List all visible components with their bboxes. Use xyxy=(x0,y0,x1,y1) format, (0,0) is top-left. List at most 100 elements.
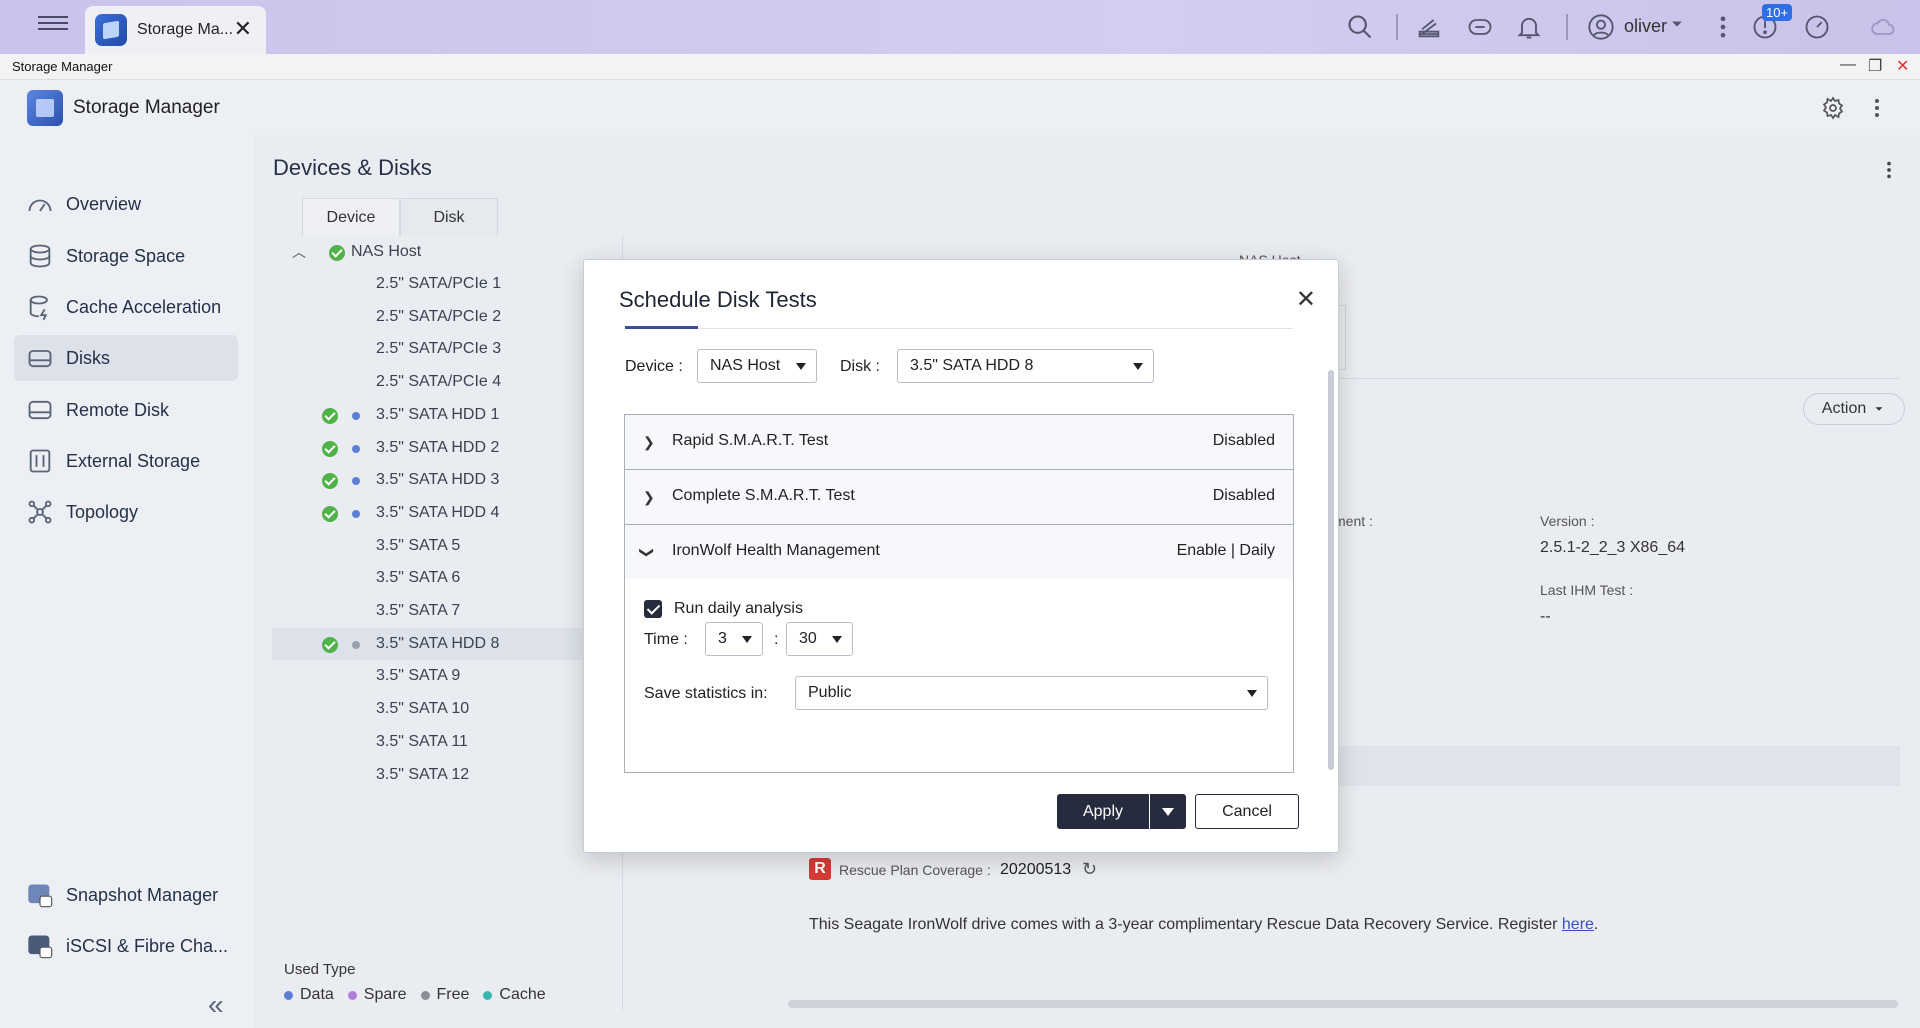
tree-item-label: 3.5" SATA HDD 3 xyxy=(376,471,500,489)
apply-button[interactable]: Apply xyxy=(1057,794,1149,829)
save-statistics-select[interactable]: Public xyxy=(795,676,1268,710)
register-link[interactable]: here xyxy=(1562,916,1594,933)
sidebar-item-external-storage[interactable]: External Storage xyxy=(14,438,238,484)
accordion-complete-smart-test[interactable]: ❯ Complete S.M.A.R.T. Test Disabled xyxy=(625,469,1293,524)
tree-item[interactable]: 3.5" SATA HDD 8 xyxy=(272,627,614,660)
tree-item[interactable]: 3.5" SATA HDD 4 xyxy=(272,497,614,529)
horizontal-scrollbar[interactable] xyxy=(788,1000,1898,1008)
divider xyxy=(1566,14,1568,40)
tree-item[interactable]: 3.5" SATA 5 xyxy=(272,530,614,562)
chevron-up-icon[interactable]: ︿ xyxy=(292,242,306,262)
sidebar-item-remote-disk[interactable]: Remote Disk xyxy=(14,387,238,433)
sidebar-item-overview[interactable]: Overview xyxy=(14,181,238,227)
action-button[interactable]: Action xyxy=(1803,393,1905,425)
more-options-icon[interactable] xyxy=(1706,10,1740,44)
dialog-tab-indicator xyxy=(625,326,698,329)
apply-options-dropdown-button[interactable] xyxy=(1150,794,1186,829)
user-menu-chevron-down-icon[interactable] xyxy=(1667,14,1687,34)
external-device-icon[interactable] xyxy=(1463,10,1497,44)
tree-item-label: 2.5" SATA/PCIe 3 xyxy=(376,340,502,358)
maximize-icon[interactable]: ❐ xyxy=(1868,56,1882,76)
tree-item[interactable]: 2.5" SATA/PCIe 2 xyxy=(272,301,614,333)
collapse-sidebar-icon[interactable]: « xyxy=(208,989,224,1021)
close-icon[interactable]: ✕ xyxy=(1296,288,1316,312)
test-status: Enable | Daily xyxy=(1176,542,1275,559)
accordion-rapid-smart-test[interactable]: ❯ Rapid S.M.A.R.T. Test Disabled xyxy=(625,414,1293,469)
tree-item[interactable]: 3.5" SATA 11 xyxy=(272,726,614,758)
close-window-icon[interactable]: ✕ xyxy=(1896,56,1909,76)
used-type-dot xyxy=(352,477,360,486)
cloud-icon[interactable] xyxy=(1866,10,1900,44)
hour-select[interactable]: 3 xyxy=(705,622,763,656)
tree-item-label: 2.5" SATA/PCIe 1 xyxy=(376,275,502,292)
notification-bell-icon[interactable] xyxy=(1512,10,1546,44)
sidebar-item-topology[interactable]: Topology xyxy=(14,489,238,535)
rescue-plan-label: Rescue Plan Coverage : xyxy=(839,862,991,878)
used-type-dot xyxy=(352,640,360,649)
sidebar-item-label: Cache Acceleration xyxy=(66,296,222,317)
legend-item: Free xyxy=(420,986,470,1004)
more-options-icon[interactable] xyxy=(1863,94,1891,122)
tree-item[interactable]: 3.5" SATA HDD 1 xyxy=(272,399,614,431)
more-options-icon[interactable] xyxy=(1878,159,1900,186)
tree-root-nas-host[interactable]: ︿ NAS Host xyxy=(272,236,614,268)
user-name[interactable]: oliver xyxy=(1624,16,1667,37)
storage-manager-icon xyxy=(95,14,127,46)
user-avatar-icon[interactable] xyxy=(1584,10,1618,44)
sidebar-item-storage-space[interactable]: Storage Space xyxy=(14,233,238,279)
disk-select[interactable]: 3.5" SATA HDD 8 xyxy=(897,349,1154,383)
sidebar-item-iscsi-fibre-channel[interactable]: iSCSI & Fibre Cha... xyxy=(14,923,238,969)
tree-item[interactable]: 2.5" SATA/PCIe 4 xyxy=(272,366,614,398)
tree-item[interactable]: 3.5" SATA 12 xyxy=(272,759,614,791)
chevron-down-icon xyxy=(1875,407,1883,411)
storage-manager-logo-icon xyxy=(27,90,63,126)
external-storage-icon xyxy=(29,449,51,473)
sidebar-item-snapshot-manager[interactable]: Snapshot Manager xyxy=(14,872,238,918)
refresh-icon[interactable]: ↻ xyxy=(1082,859,1097,880)
tree-item-label: 3.5" SATA 9 xyxy=(376,667,461,685)
device-tree: ︿ NAS Host 2.5" SATA/PCIe 1 2.5" SATA/PCI… xyxy=(272,236,614,966)
tree-item-label: 3.5" SATA HDD 2 xyxy=(376,438,500,456)
close-tab-icon[interactable]: ✕ xyxy=(234,18,252,40)
tab-device[interactable]: Device xyxy=(302,198,400,236)
run-daily-analysis-checkbox[interactable] xyxy=(644,600,662,618)
time-separator: : xyxy=(774,631,779,648)
tree-item[interactable]: 3.5" SATA 7 xyxy=(272,595,614,627)
remote-disk-icon xyxy=(28,400,52,420)
sidebar-item-disks[interactable]: Disks xyxy=(14,335,238,381)
background-tasks-icon[interactable] xyxy=(1412,10,1446,44)
device-select[interactable]: NAS Host xyxy=(697,349,817,383)
tree-item[interactable]: 3.5" SATA 6 xyxy=(272,562,614,594)
sidebar-item-cache-acceleration[interactable]: Cache Acceleration xyxy=(14,284,238,330)
accordion-ironwolf-health-management[interactable]: ❯ IronWolf Health Management Enable | Da… xyxy=(625,524,1293,579)
resource-monitor-icon[interactable] xyxy=(1800,10,1834,44)
tree-item[interactable]: 3.5" SATA 10 xyxy=(272,693,614,725)
chevron-right-icon: ❯ xyxy=(643,489,655,505)
search-icon[interactable] xyxy=(1343,10,1377,44)
main-menu-icon[interactable] xyxy=(38,12,68,36)
last-ihm-test-label: Last IHM Test : xyxy=(1540,582,1634,598)
cancel-button[interactable]: Cancel xyxy=(1195,794,1299,829)
tree-item[interactable]: 2.5" SATA/PCIe 1 xyxy=(272,268,614,300)
legend-label: Free xyxy=(436,986,470,1003)
top-bar: Storage Ma... ✕ oliver 10+ xyxy=(0,0,1920,54)
tree-item[interactable]: 2.5" SATA/PCIe 3 xyxy=(272,333,614,365)
app-tab-storage-manager[interactable]: Storage Ma... ✕ xyxy=(85,6,266,54)
legend-label: Data xyxy=(300,986,334,1003)
tab-disk[interactable]: Disk xyxy=(400,198,498,236)
promo-end: . xyxy=(1593,916,1599,933)
dropdown-caret-icon xyxy=(796,363,806,370)
minimize-icon[interactable]: — xyxy=(1840,56,1856,74)
legend-item: Cache xyxy=(483,986,546,1004)
legend-dot xyxy=(420,990,430,1000)
disk-tests-accordion: ❯ Rapid S.M.A.R.T. Test Disabled ❯ Compl… xyxy=(624,414,1294,773)
minute-select[interactable]: 30 xyxy=(786,622,853,656)
tree-item[interactable]: 3.5" SATA HDD 2 xyxy=(272,432,614,464)
ironwolf-settings-panel: Run daily analysis Time : 3 : 30 Save st… xyxy=(625,579,1293,772)
sidebar-item-label: iSCSI & Fibre Cha... xyxy=(66,935,229,956)
tree-item[interactable]: 3.5" SATA 9 xyxy=(272,660,614,692)
dialog-scrollbar[interactable] xyxy=(1328,370,1334,770)
settings-gear-icon[interactable] xyxy=(1819,94,1847,122)
window-title: Storage Manager xyxy=(12,59,113,74)
tree-item[interactable]: 3.5" SATA HDD 3 xyxy=(272,464,614,496)
